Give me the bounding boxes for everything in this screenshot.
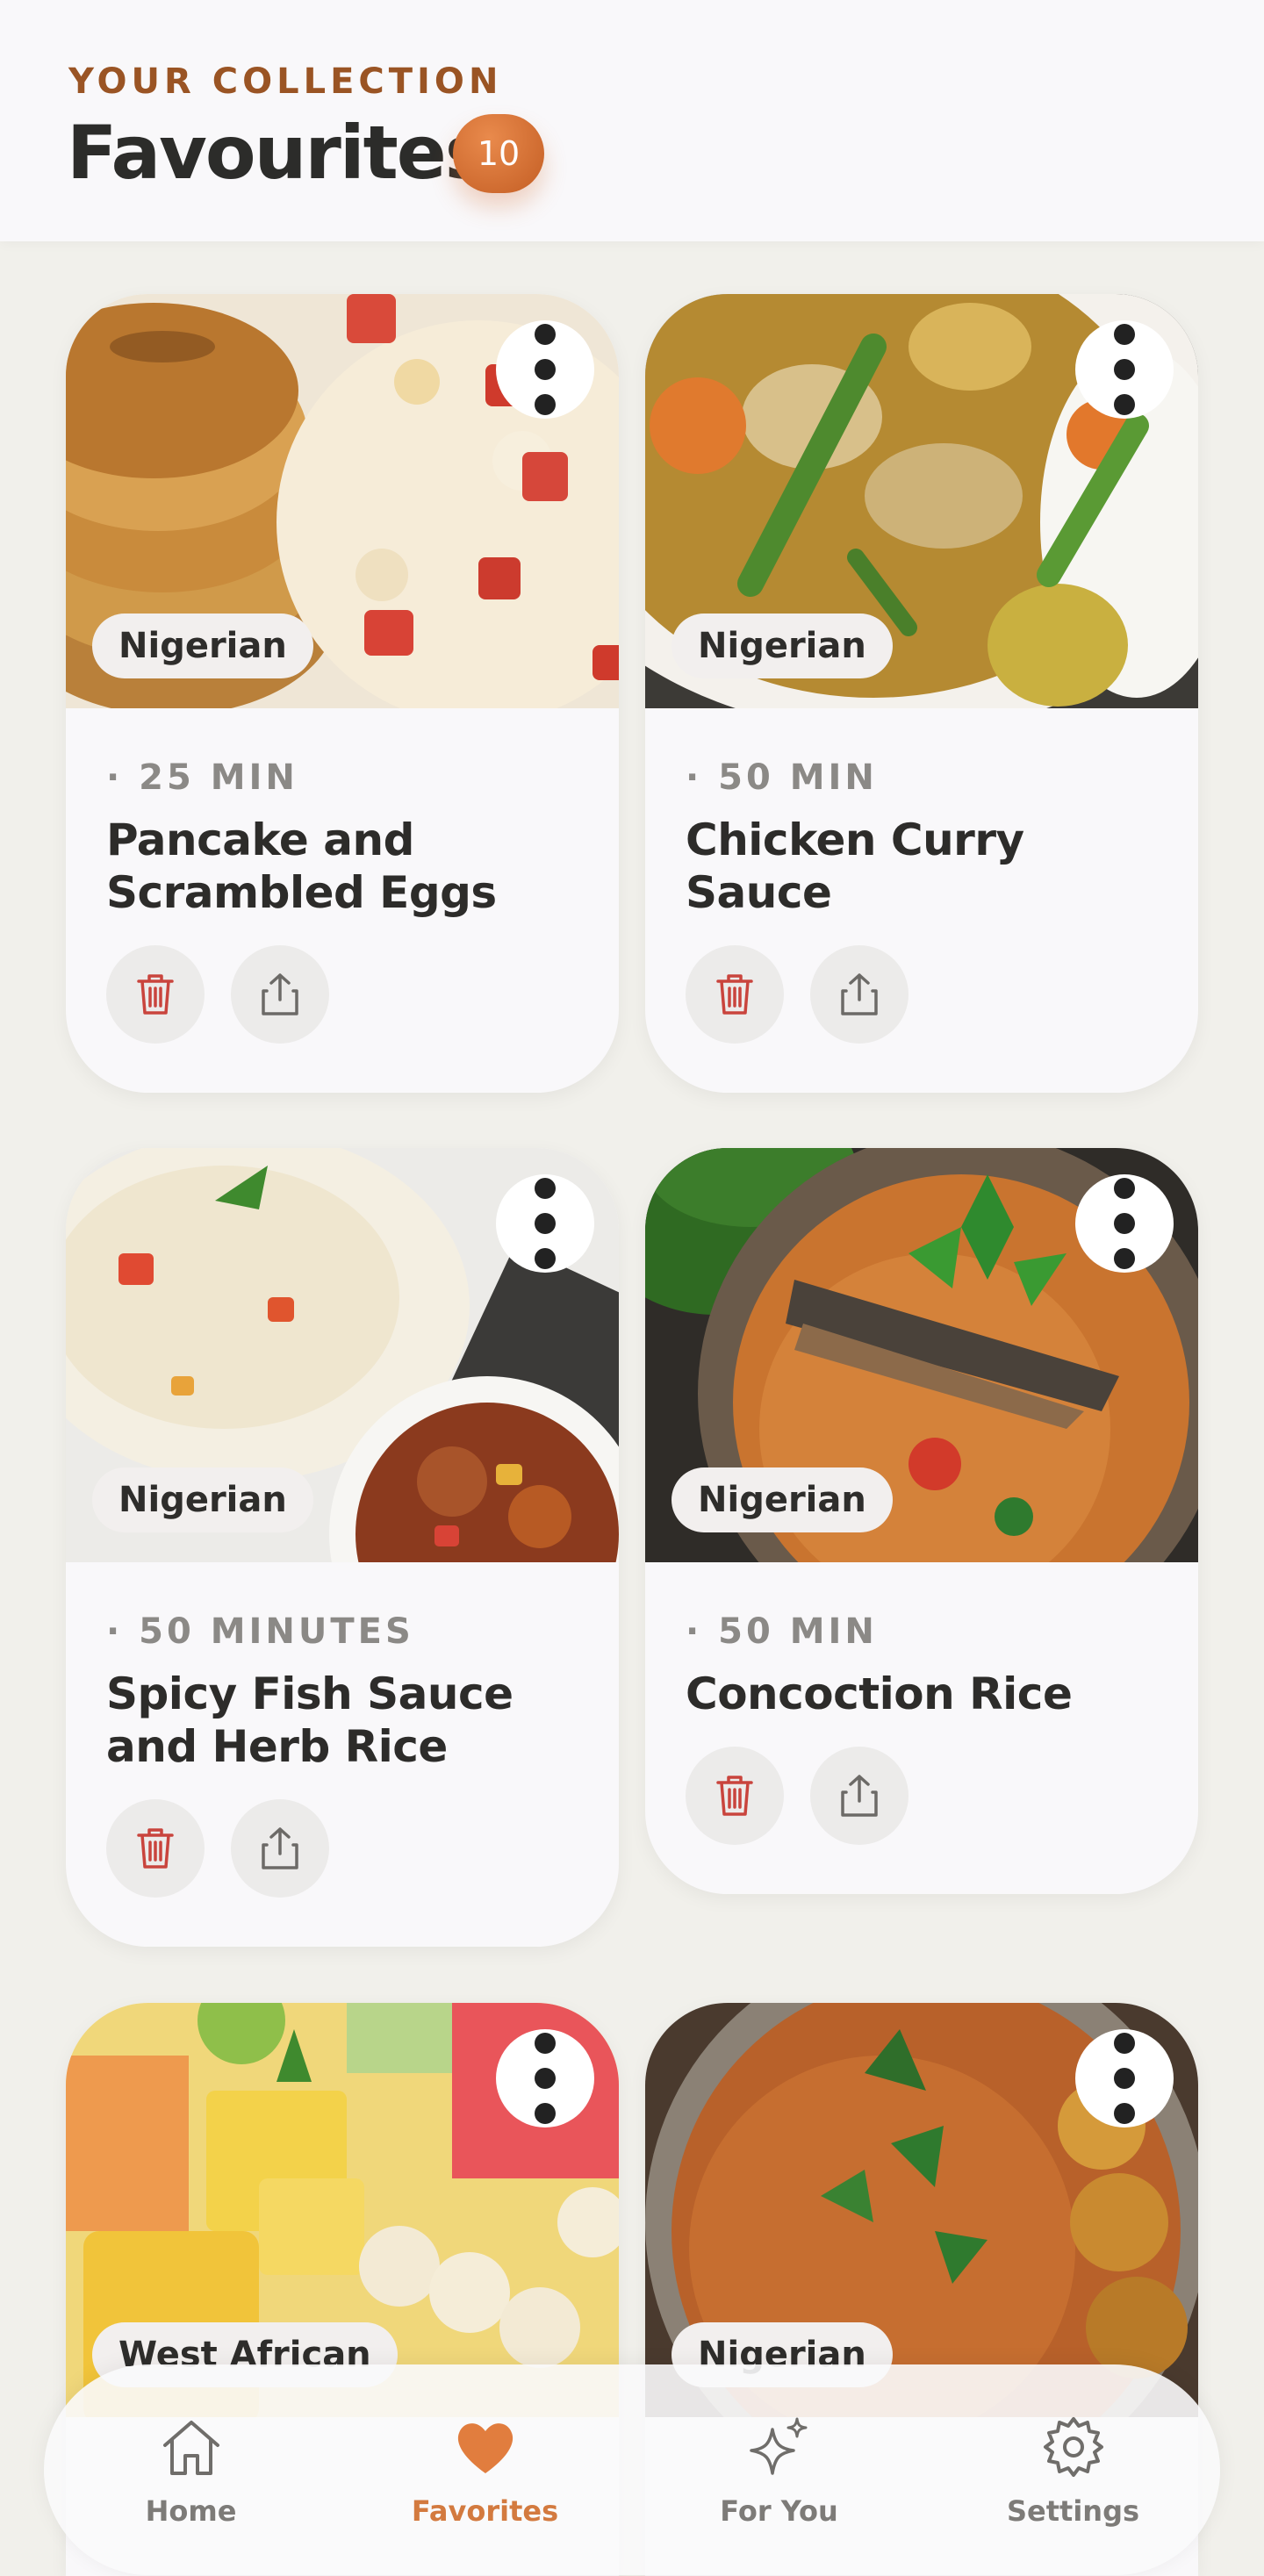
recipe-name: Spicy Fish Sauce and Herb Rice xyxy=(106,1668,514,1772)
recipe-photo: Nigerian xyxy=(645,1148,1198,1562)
sparkles-icon xyxy=(749,2417,807,2475)
share-button[interactable] xyxy=(231,1799,329,1898)
recipe-card[interactable]: Nigerian · 25 MIN Pancake and Scrambled … xyxy=(66,294,619,1093)
delete-button[interactable] xyxy=(686,945,784,1044)
share-icon xyxy=(841,1775,878,1817)
share-button[interactable] xyxy=(231,945,329,1044)
recipe-photo: Nigerian xyxy=(66,1148,619,1562)
gear-icon xyxy=(1043,2417,1103,2477)
delete-button[interactable] xyxy=(686,1747,784,1845)
cuisine-tag: Nigerian xyxy=(92,614,313,678)
more-options-button[interactable] xyxy=(1075,2029,1174,2128)
heart-icon xyxy=(457,2423,513,2473)
cook-time: · 50 MIN xyxy=(686,1611,878,1652)
cuisine-tag: Nigerian xyxy=(672,1467,893,1532)
cook-time: · 50 MIN xyxy=(686,757,878,798)
recipe-name: Concoction Rice xyxy=(686,1668,1073,1719)
more-vertical-icon xyxy=(535,1178,556,1269)
page-header: YOUR COLLECTION Favourites 10 xyxy=(0,0,1264,241)
page-title: Favourites xyxy=(67,110,489,196)
share-icon xyxy=(262,973,298,1015)
trash-icon xyxy=(137,1828,174,1869)
recipe-photo: Nigerian xyxy=(645,294,1198,708)
trash-icon xyxy=(137,974,174,1015)
recipe-photo: West African xyxy=(66,2003,619,2417)
share-icon xyxy=(841,973,878,1015)
cook-time: · 50 MINUTES xyxy=(106,1611,414,1652)
trash-icon xyxy=(716,1776,753,1816)
recipe-photo: Nigerian xyxy=(645,2003,1198,2417)
recipe-card[interactable]: Nigerian · 50 MINUTES Spicy Fish Sauce a… xyxy=(66,1148,619,1947)
more-options-button[interactable] xyxy=(1075,320,1174,419)
more-vertical-icon xyxy=(535,324,556,415)
nav-item-home[interactable]: Home xyxy=(77,2412,305,2528)
collection-kicker: YOUR COLLECTION xyxy=(68,61,503,102)
delete-button[interactable] xyxy=(106,945,205,1044)
cuisine-tag: Nigerian xyxy=(92,1467,313,1532)
home-icon xyxy=(162,2421,219,2475)
cuisine-tag: Nigerian xyxy=(672,614,893,678)
recipe-name: Chicken Curry Sauce xyxy=(686,814,1024,918)
more-vertical-icon xyxy=(1114,2033,1135,2124)
more-vertical-icon xyxy=(535,2033,556,2124)
more-vertical-icon xyxy=(1114,1178,1135,1269)
more-options-button[interactable] xyxy=(496,2029,594,2128)
share-button[interactable] xyxy=(810,945,908,1044)
more-options-button[interactable] xyxy=(1075,1174,1174,1273)
nav-label: Settings xyxy=(1006,2494,1140,2528)
recipe-photo: Nigerian xyxy=(66,294,619,708)
recipe-name: Pancake and Scrambled Eggs xyxy=(106,814,497,918)
share-icon xyxy=(262,1827,298,1869)
delete-button[interactable] xyxy=(106,1799,205,1898)
nav-item-favorites[interactable]: Favorites xyxy=(371,2412,600,2528)
share-button[interactable] xyxy=(810,1747,908,1845)
recipe-card[interactable]: Nigerian · 50 MIN Chicken Curry Sauce xyxy=(645,294,1198,1093)
more-options-button[interactable] xyxy=(496,1174,594,1273)
nav-label: Favorites xyxy=(411,2494,559,2528)
nav-item-settings[interactable]: Settings xyxy=(959,2412,1188,2528)
recipe-card[interactable]: Nigerian · 50 MIN Concoction Rice xyxy=(645,1148,1198,1894)
cook-time: · 25 MIN xyxy=(106,757,298,798)
trash-icon xyxy=(716,974,753,1015)
more-options-button[interactable] xyxy=(496,320,594,419)
more-vertical-icon xyxy=(1114,324,1135,415)
favourites-count-badge: 10 xyxy=(453,114,544,193)
nav-label: Home xyxy=(145,2494,237,2528)
nav-label: For You xyxy=(720,2494,838,2528)
nav-item-for-you[interactable]: For You xyxy=(665,2412,894,2528)
bottom-navigation: Home Favorites For You Settings xyxy=(44,2364,1220,2575)
